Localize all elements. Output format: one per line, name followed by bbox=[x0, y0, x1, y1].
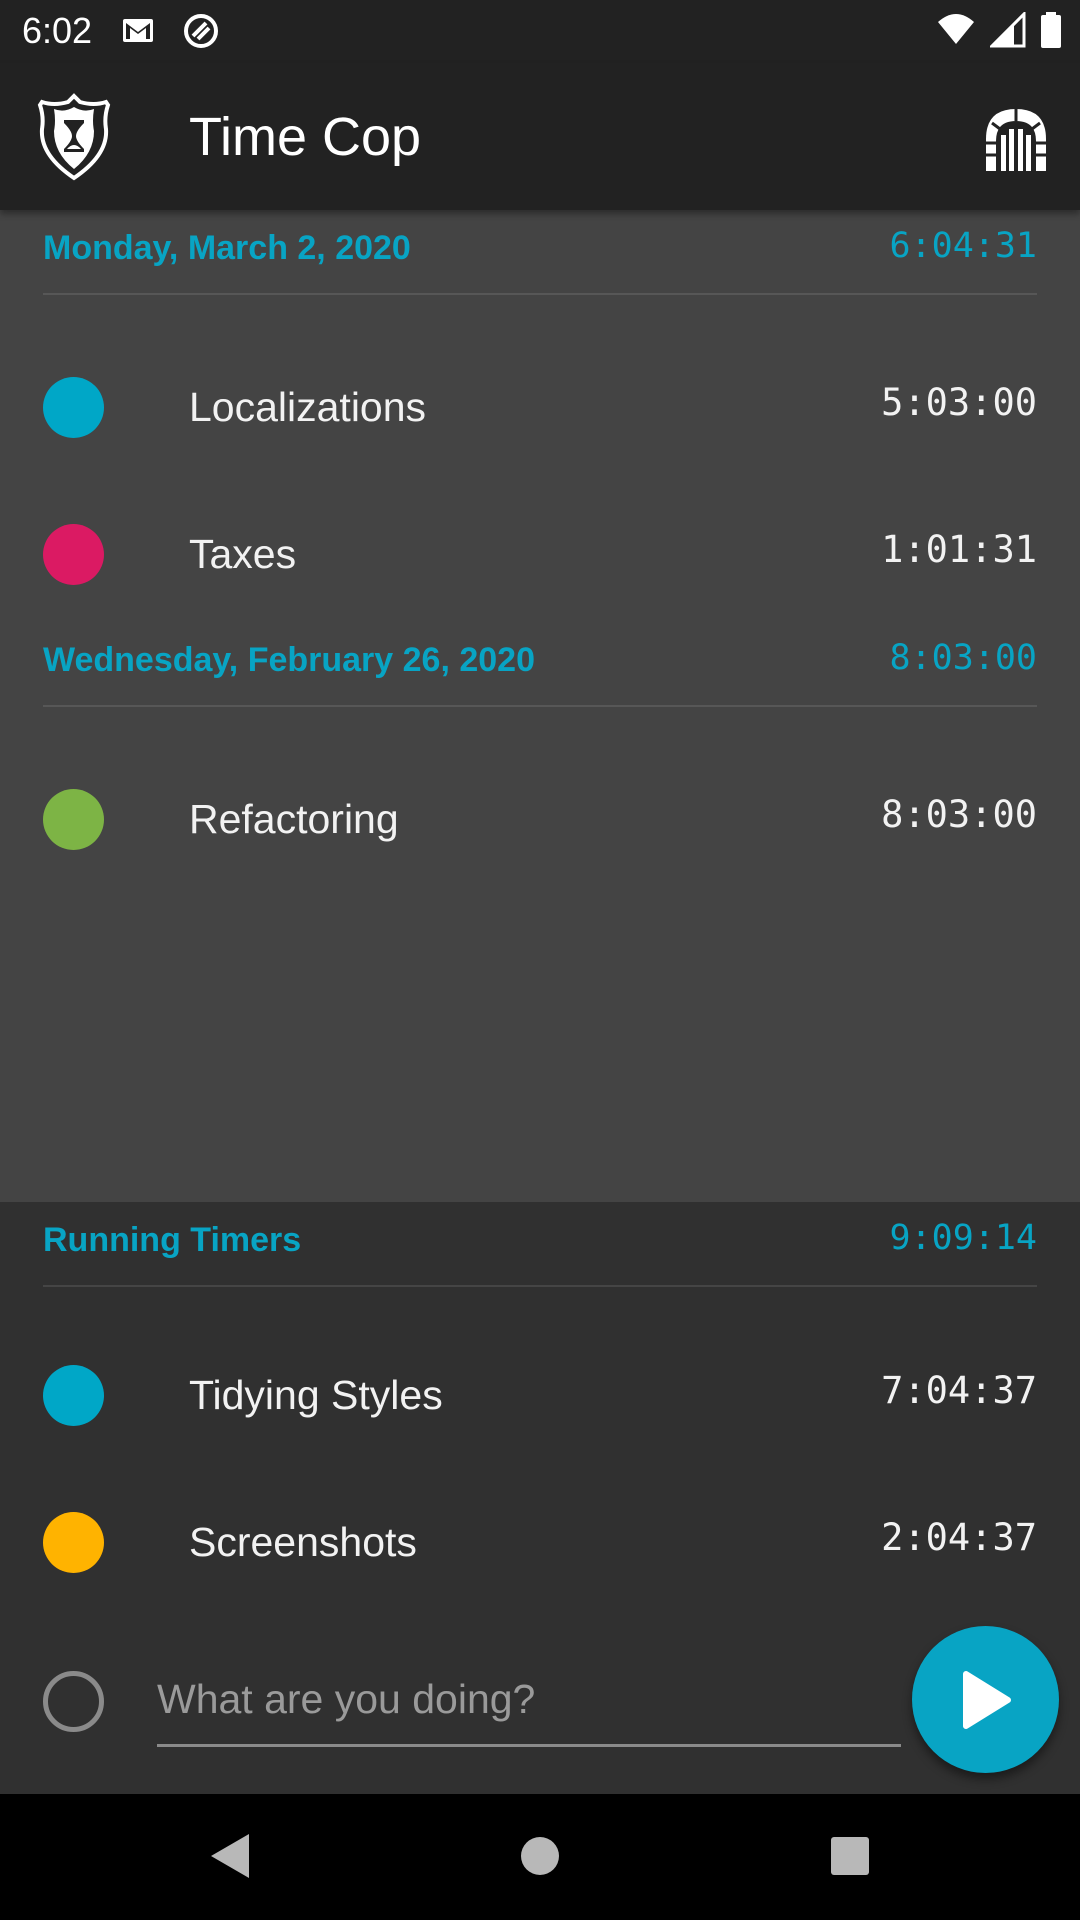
timer-description: Tidying Styles bbox=[189, 1372, 443, 1418]
sync-icon bbox=[184, 14, 218, 48]
project-color-dot bbox=[43, 377, 104, 438]
status-bar: 6:02 bbox=[0, 0, 1080, 63]
home-button[interactable] bbox=[508, 1824, 572, 1888]
running-timers-header: Running Timers 9:09:14 bbox=[43, 1202, 1037, 1287]
badge-hourglass-icon bbox=[37, 93, 111, 181]
project-color-dot bbox=[43, 789, 104, 850]
recents-icon bbox=[831, 1837, 869, 1875]
timer-elapsed: 2:04:37 bbox=[881, 1516, 1037, 1559]
start-timer-button[interactable] bbox=[912, 1626, 1059, 1773]
status-time: 6:02 bbox=[22, 10, 93, 51]
project-color-dot bbox=[43, 1365, 104, 1426]
running-timer-tidying-styles[interactable]: Tidying Styles 7:04:37 bbox=[0, 1315, 1080, 1463]
timer-description: Screenshots bbox=[189, 1519, 417, 1565]
entry-description: Taxes bbox=[189, 531, 297, 577]
day-total: 6:04:31 bbox=[889, 226, 1037, 266]
time-entry-refactoring[interactable]: Refactoring 8:03:00 bbox=[0, 739, 1080, 887]
day-date: Monday, March 2, 2020 bbox=[43, 229, 411, 267]
back-icon bbox=[211, 1834, 249, 1878]
entry-duration: 1:01:31 bbox=[881, 528, 1037, 571]
app-title: Time Cop bbox=[189, 107, 422, 167]
running-timers-total: 9:09:14 bbox=[889, 1218, 1037, 1258]
history-list: Monday, March 2, 2020 6:04:31 Localizati… bbox=[0, 210, 1080, 1202]
entry-description: Localizations bbox=[189, 384, 427, 430]
gmail-icon bbox=[123, 19, 153, 42]
back-button[interactable] bbox=[198, 1824, 262, 1888]
day-date: Wednesday, February 26, 2020 bbox=[43, 641, 535, 679]
project-color-dot bbox=[43, 524, 104, 585]
running-timers-title: Running Timers bbox=[43, 1221, 302, 1259]
wifi-icon bbox=[938, 14, 974, 44]
description-input[interactable] bbox=[157, 1655, 901, 1747]
signal-icon bbox=[990, 12, 1026, 48]
time-entry-localizations[interactable]: Localizations 5:03:00 bbox=[0, 327, 1080, 475]
day-header: Wednesday, February 26, 2020 8:03:00 bbox=[43, 622, 1037, 707]
play-icon bbox=[962, 1670, 1011, 1729]
day-total: 8:03:00 bbox=[889, 638, 1037, 678]
notification-icons bbox=[120, 12, 220, 50]
recents-button[interactable] bbox=[818, 1824, 882, 1888]
timer-elapsed: 7:04:37 bbox=[881, 1369, 1037, 1412]
running-timer-screenshots[interactable]: Screenshots 2:04:37 bbox=[0, 1462, 1080, 1610]
battery-icon bbox=[1041, 12, 1061, 48]
time-entry-taxes[interactable]: Taxes 1:01:31 bbox=[0, 474, 1080, 622]
app-bar: Time Cop bbox=[0, 63, 1080, 210]
entry-duration: 5:03:00 bbox=[881, 381, 1037, 424]
archway-icon[interactable] bbox=[982, 105, 1050, 171]
home-icon bbox=[521, 1837, 559, 1875]
navigation-bar bbox=[0, 1794, 1080, 1920]
project-color-dot bbox=[43, 1512, 104, 1573]
entry-duration: 8:03:00 bbox=[881, 793, 1037, 836]
system-icons bbox=[936, 12, 1062, 48]
project-select-button[interactable] bbox=[43, 1671, 104, 1732]
day-header: Monday, March 2, 2020 6:04:31 bbox=[43, 210, 1037, 295]
entry-description: Refactoring bbox=[189, 796, 399, 842]
